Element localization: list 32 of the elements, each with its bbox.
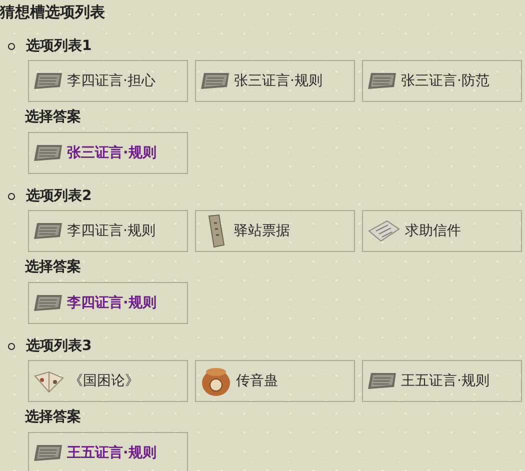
answer-card[interactable]: 王五证言·规则: [28, 432, 188, 471]
clay-jar-icon: [200, 365, 232, 397]
bullet-icon: [8, 42, 15, 50]
stone-tablet-icon: [33, 442, 63, 464]
stone-tablet-icon: [33, 70, 63, 92]
option-card[interactable]: 张三证言·防范: [362, 60, 522, 102]
option-card[interactable]: 传音蛊: [195, 360, 355, 402]
option-card[interactable]: 张三证言·规则: [195, 60, 355, 102]
option-card[interactable]: 李四证言·担心: [28, 60, 188, 102]
option-card[interactable]: 求助信件: [362, 210, 522, 252]
answer-heading: 选择答案: [24, 408, 82, 426]
bullet-icon: [8, 342, 15, 350]
page-title: 猜想槽选项列表: [0, 2, 106, 23]
letter-icon: [367, 219, 401, 243]
option-card[interactable]: 《国困论》: [28, 360, 188, 402]
stone-tablet-icon: [200, 70, 230, 92]
stone-tablet-icon: [33, 292, 63, 314]
option-card[interactable]: 王五证言·规则: [362, 360, 522, 402]
list-heading: 选项列表2: [26, 187, 92, 205]
stone-tablet-icon: [367, 370, 397, 392]
list-heading: 选项列表3: [26, 337, 92, 355]
list-heading: 选项列表1: [26, 37, 92, 55]
answer-heading: 选择答案: [24, 108, 82, 126]
stone-tablet-icon: [33, 220, 63, 242]
bullet-icon: [8, 192, 15, 200]
option-card[interactable]: 李四证言·规则: [28, 210, 188, 252]
stone-tablet-icon: [33, 142, 63, 164]
answer-card[interactable]: 李四证言·规则: [28, 282, 188, 324]
stone-tablet-icon: [367, 70, 397, 92]
answer-heading: 选择答案: [24, 258, 82, 276]
option-card[interactable]: 驿站票据: [195, 210, 355, 252]
answer-card[interactable]: 张三证言·规则: [28, 132, 188, 174]
